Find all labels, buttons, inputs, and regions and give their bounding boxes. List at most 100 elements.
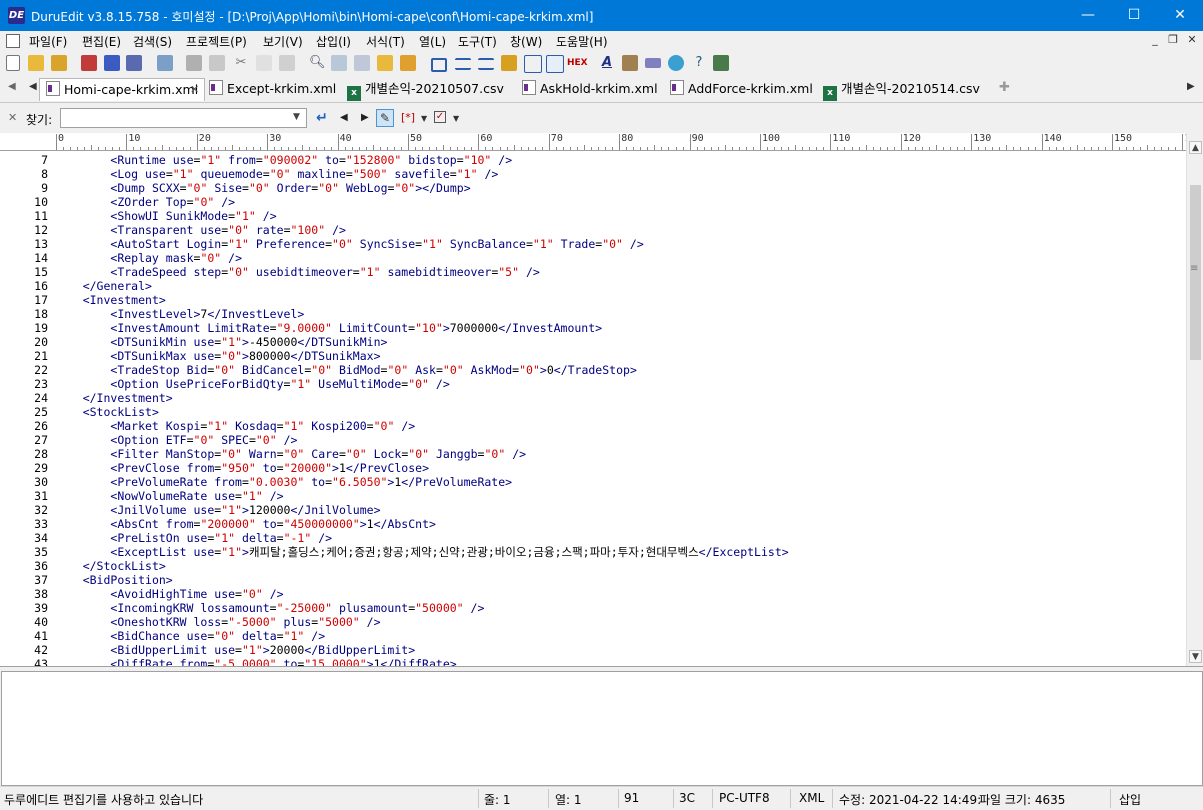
tab-prev-icon[interactable]: ◀ — [29, 81, 37, 92]
window-icon[interactable] — [431, 58, 447, 72]
indent-left-icon[interactable] — [455, 58, 471, 70]
find-enter-icon[interactable]: ↵ — [316, 110, 328, 126]
output-panel[interactable] — [1, 671, 1203, 786]
tab-next-icon[interactable]: ▶ — [1187, 81, 1195, 92]
cut-icon[interactable]: ✂ — [233, 55, 249, 71]
find-close-icon[interactable]: ✕ — [8, 111, 17, 124]
print-setup-icon[interactable] — [209, 55, 225, 71]
format-icon[interactable] — [524, 55, 542, 73]
status-encoding[interactable]: PC-UTF8 — [719, 791, 770, 805]
find-dropdown-icon[interactable]: ▼ — [293, 112, 300, 122]
menu-edit[interactable]: 편집(E) — [82, 33, 121, 50]
code-text: <DiffRate from="-5.0000" to="15.0000">1<… — [110, 657, 457, 666]
find-next-icon[interactable]: ▶ — [361, 112, 369, 123]
print-preview-icon[interactable] — [157, 55, 173, 71]
find-input[interactable] — [60, 108, 307, 128]
ruler-label: 0 — [58, 133, 65, 144]
tab-scroll-left-icon[interactable]: ◀ — [8, 81, 16, 92]
ruler-tick — [351, 147, 353, 150]
paste-icon[interactable] — [279, 55, 295, 71]
open-recent-icon[interactable] — [51, 55, 67, 71]
code-text: <TradeSpeed step="0" usebidtimeover="1" … — [110, 265, 540, 279]
find-in-files-icon[interactable] — [331, 55, 347, 71]
tab-except-krkim[interactable]: Except-krkim.xml — [209, 78, 336, 100]
vertical-scrollbar[interactable]: ▲ ≡ ▼ — [1186, 133, 1203, 666]
save-all-icon[interactable] — [126, 55, 142, 71]
menu-search[interactable]: 검색(S) — [133, 33, 172, 50]
document-system-menu-icon[interactable] — [6, 34, 20, 48]
menu-window[interactable]: 창(W) — [510, 33, 542, 50]
close-button[interactable]: ✕ — [1157, 0, 1203, 31]
font-icon[interactable]: A — [599, 55, 615, 71]
menu-help[interactable]: 도움말(H) — [556, 33, 608, 50]
minimize-button[interactable]: — — [1065, 0, 1111, 31]
line-number: 25 — [34, 405, 48, 419]
tab-addforce-krkim[interactable]: AddForce-krkim.xml — [670, 78, 813, 100]
menu-project[interactable]: 프로젝트(P) — [186, 33, 247, 50]
regex-dropdown-icon[interactable]: ▼ — [421, 114, 427, 123]
save-as-icon[interactable] — [104, 55, 120, 71]
tab-close-icon[interactable]: ✕ — [190, 79, 199, 101]
ruler-tick — [217, 147, 219, 150]
open-folder-star-icon[interactable] — [377, 55, 393, 71]
ruler-tick — [541, 147, 543, 150]
ruler-tick — [302, 145, 304, 150]
find-previous-icon[interactable]: ◀ — [340, 112, 348, 123]
ruler-tick — [555, 147, 557, 150]
menu-view[interactable]: 보기(V) — [263, 33, 303, 50]
tab-profit-20210514[interactable]: x 개별손익-20210514.csv — [823, 78, 980, 101]
tab-homi-cape-krkim[interactable]: Homi-cape-krkim.xml ✕ — [39, 78, 205, 101]
status-separator — [548, 789, 549, 808]
replace-icon[interactable] — [354, 55, 370, 71]
code-editor[interactable]: 7 <Runtime use="1" from="090002" to="152… — [0, 151, 1186, 666]
scroll-down-button[interactable]: ▼ — [1189, 650, 1202, 663]
ruler-tick — [316, 147, 318, 150]
ruler-tick — [274, 147, 276, 150]
ruler-tick — [731, 147, 733, 150]
mdi-close-button[interactable]: ✕ — [1185, 33, 1199, 47]
menu-file[interactable]: 파일(F) — [29, 33, 67, 50]
open-folder-new-icon[interactable] — [400, 55, 416, 71]
line-number: 13 — [34, 237, 48, 251]
ruler-tick — [781, 147, 783, 150]
ruler-label: 70 — [550, 133, 563, 144]
match-case-dropdown-icon[interactable]: ▼ — [453, 114, 459, 123]
line-number: 38 — [34, 587, 48, 601]
save-icon[interactable] — [81, 55, 97, 71]
tab-profit-20210507[interactable]: x 개별손익-20210507.csv — [347, 78, 504, 101]
text-block-icon[interactable] — [546, 55, 564, 73]
settings-icon[interactable] — [713, 55, 729, 71]
code-text: <AbsCnt from="200000" to="450000000">1</… — [110, 517, 436, 531]
menu-format[interactable]: 서식(T) — [366, 33, 405, 50]
tab-askhold-krkim[interactable]: AskHold-krkim.xml — [522, 78, 658, 100]
column-icon[interactable] — [501, 55, 517, 71]
menu-insert[interactable]: 삽입(I) — [316, 33, 351, 50]
find-icon[interactable]: 🔍︎ — [309, 55, 326, 71]
ruler-tick — [647, 147, 649, 150]
hex-icon[interactable]: HEX — [567, 55, 588, 71]
keyboard-icon[interactable] — [645, 58, 661, 68]
print-icon[interactable] — [186, 55, 202, 71]
ruler-tick — [239, 147, 241, 150]
new-tab-icon[interactable]: ✚ — [999, 80, 1010, 95]
tools-icon[interactable] — [622, 55, 638, 71]
match-case-checkbox-icon[interactable]: ✓ — [434, 111, 446, 123]
indent-right-icon[interactable] — [478, 58, 494, 70]
mdi-minimize-button[interactable]: _ — [1148, 33, 1162, 47]
status-syntax[interactable]: XML — [799, 791, 824, 805]
new-file-icon[interactable] — [6, 55, 20, 71]
code-text: <ExceptList use="1">캐피탈;홀딩스;케어;증권;항공;제약;… — [110, 545, 789, 559]
menu-tools[interactable]: 도구(T) — [458, 33, 497, 50]
copy-icon[interactable] — [256, 55, 272, 71]
scroll-up-button[interactable]: ▲ — [1189, 141, 1202, 154]
help-icon[interactable] — [668, 55, 684, 71]
mdi-restore-button[interactable]: ❐ — [1166, 33, 1180, 47]
maximize-button[interactable]: ☐ — [1111, 0, 1157, 31]
menu-column[interactable]: 열(L) — [419, 33, 446, 50]
context-help-icon[interactable]: ? — [691, 55, 707, 71]
regex-icon[interactable]: [*] — [401, 111, 415, 124]
highlight-marker-icon[interactable]: ✎ — [376, 109, 394, 127]
ruler-tick — [844, 147, 846, 150]
open-folder-icon[interactable] — [28, 55, 44, 71]
ruler-tick — [745, 147, 747, 150]
